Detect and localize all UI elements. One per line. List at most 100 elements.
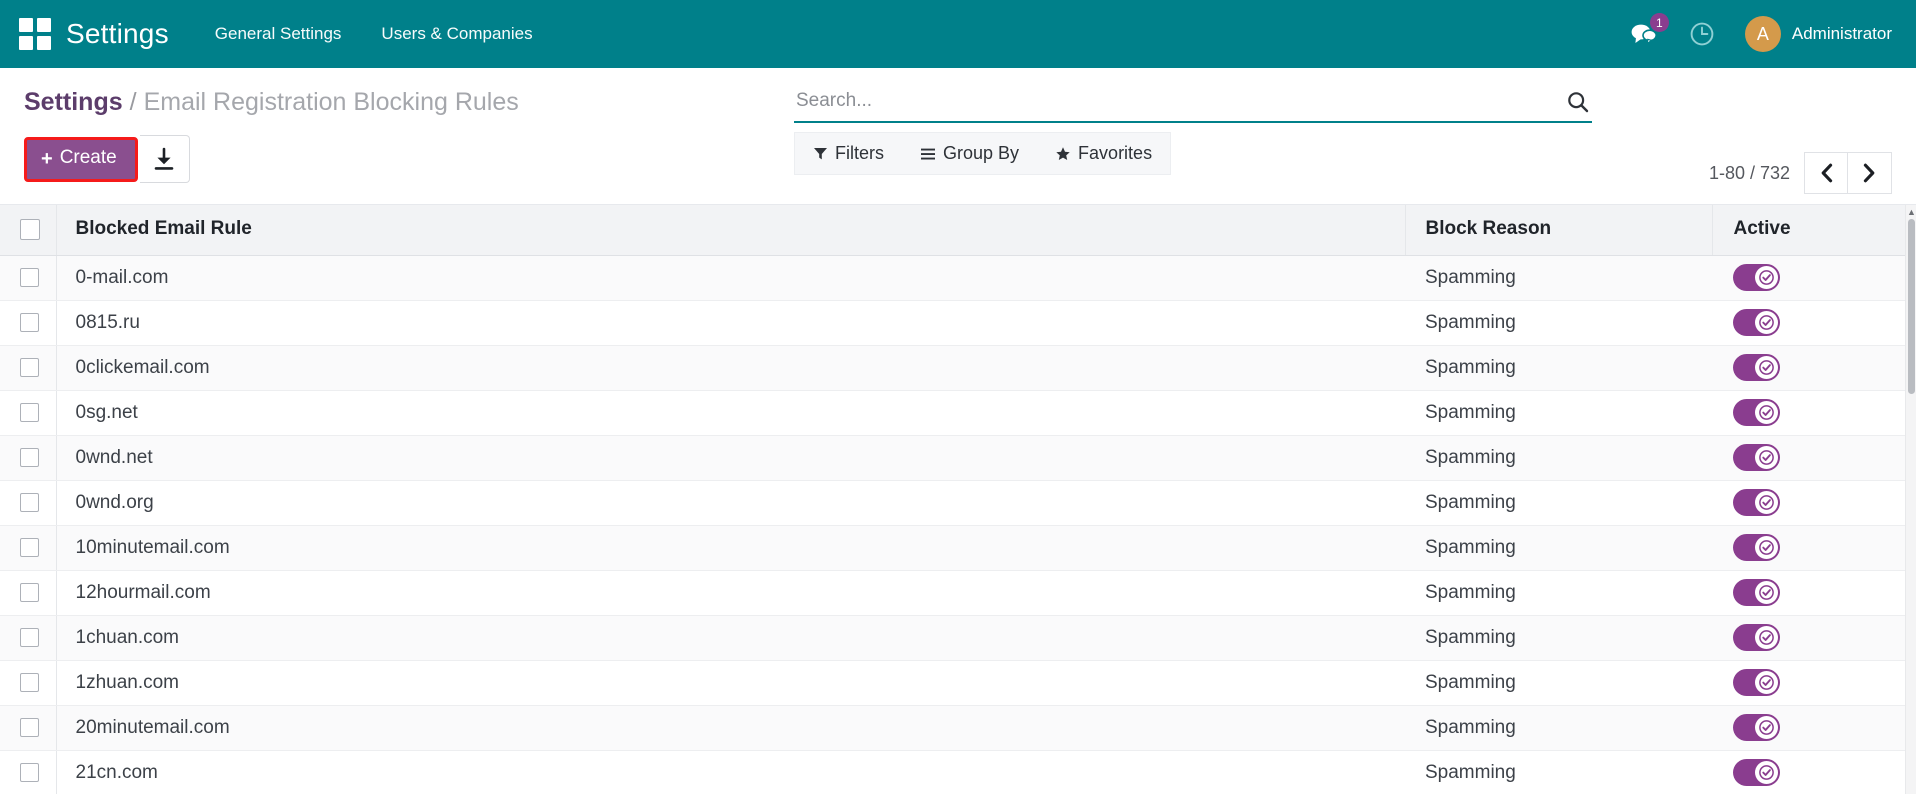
chat-bubble-icon[interactable]: 1 <box>1629 19 1659 49</box>
table-body: 0-mail.comSpamming0815.ruSpamming0clicke… <box>0 255 1916 794</box>
table-row[interactable]: 0clickemail.comSpamming <box>0 345 1916 390</box>
active-toggle[interactable] <box>1733 579 1780 606</box>
select-all-checkbox[interactable] <box>20 219 40 240</box>
table-row[interactable]: 12hourmail.comSpamming <box>0 570 1916 615</box>
cell-blocked-email-rule[interactable]: 0wnd.net <box>56 435 1405 480</box>
cell-block-reason[interactable]: Spamming <box>1405 300 1712 345</box>
active-toggle[interactable] <box>1733 354 1780 381</box>
apps-icon-square <box>37 18 51 32</box>
check-icon <box>1759 450 1774 465</box>
table-row[interactable]: 10minutemail.comSpamming <box>0 525 1916 570</box>
column-header-block-reason[interactable]: Block Reason <box>1405 205 1712 255</box>
active-toggle[interactable] <box>1733 309 1780 336</box>
table-head: Blocked Email Rule Block Reason Active <box>0 205 1916 255</box>
row-select-cell <box>0 390 56 435</box>
row-checkbox[interactable] <box>20 268 39 287</box>
cell-blocked-email-rule[interactable]: 0clickemail.com <box>56 345 1405 390</box>
row-checkbox[interactable] <box>20 538 39 557</box>
group-by-button[interactable]: Group By <box>902 133 1037 174</box>
cell-block-reason[interactable]: Spamming <box>1405 570 1712 615</box>
favorites-button[interactable]: Favorites <box>1037 133 1170 174</box>
table-row[interactable]: 0815.ruSpamming <box>0 300 1916 345</box>
import-download-icon[interactable] <box>140 135 190 183</box>
active-toggle[interactable] <box>1733 399 1780 426</box>
active-toggle[interactable] <box>1733 624 1780 651</box>
cell-active <box>1712 660 1916 705</box>
cell-block-reason[interactable]: Spamming <box>1405 525 1712 570</box>
breadcrumb-current: Email Registration Blocking Rules <box>144 88 519 116</box>
pager-previous-button[interactable] <box>1804 152 1848 194</box>
search-input[interactable] <box>794 84 1556 116</box>
breadcrumb-root[interactable]: Settings <box>24 88 123 116</box>
search-area: Filters Group By Favorites <box>794 80 1592 175</box>
toggle-knob <box>1755 311 1778 334</box>
cell-blocked-email-rule[interactable]: 1chuan.com <box>56 615 1405 660</box>
cell-blocked-email-rule[interactable]: 20minutemail.com <box>56 705 1405 750</box>
cell-blocked-email-rule[interactable]: 0815.ru <box>56 300 1405 345</box>
cell-block-reason[interactable]: Spamming <box>1405 390 1712 435</box>
active-toggle[interactable] <box>1733 489 1780 516</box>
row-checkbox[interactable] <box>20 403 39 422</box>
cell-block-reason[interactable]: Spamming <box>1405 615 1712 660</box>
row-checkbox[interactable] <box>20 358 39 377</box>
table-row[interactable]: 0sg.netSpamming <box>0 390 1916 435</box>
active-toggle[interactable] <box>1733 669 1780 696</box>
row-checkbox[interactable] <box>20 763 39 782</box>
nav-item-general-settings[interactable]: General Settings <box>215 24 342 44</box>
row-checkbox[interactable] <box>20 718 39 737</box>
filters-button[interactable]: Filters <box>795 133 902 174</box>
cell-blocked-email-rule[interactable]: 12hourmail.com <box>56 570 1405 615</box>
column-header-blocked-email-rule[interactable]: Blocked Email Rule <box>56 205 1405 255</box>
clock-icon[interactable] <box>1687 19 1717 49</box>
search-icon[interactable] <box>1556 90 1592 116</box>
table-row[interactable]: 0wnd.netSpamming <box>0 435 1916 480</box>
cell-block-reason[interactable]: Spamming <box>1405 705 1712 750</box>
navbar-right-tools: 1 A Administrator <box>1629 16 1892 52</box>
cell-blocked-email-rule[interactable]: 0wnd.org <box>56 480 1405 525</box>
column-header-active[interactable]: Active <box>1712 205 1916 255</box>
pager-next-button[interactable] <box>1848 152 1892 194</box>
table-row[interactable]: 0wnd.orgSpamming <box>0 480 1916 525</box>
star-icon <box>1055 146 1071 162</box>
table-row[interactable]: 21cn.comSpamming <box>0 750 1916 794</box>
cell-block-reason[interactable]: Spamming <box>1405 750 1712 794</box>
active-toggle[interactable] <box>1733 534 1780 561</box>
cell-active <box>1712 615 1916 660</box>
row-checkbox[interactable] <box>20 448 39 467</box>
row-select-cell <box>0 615 56 660</box>
cell-blocked-email-rule[interactable]: 0sg.net <box>56 390 1405 435</box>
create-button[interactable]: + Create <box>24 137 138 182</box>
row-checkbox[interactable] <box>20 673 39 692</box>
grid-apps-icon[interactable] <box>18 17 52 51</box>
cell-block-reason[interactable]: Spamming <box>1405 255 1712 300</box>
active-toggle[interactable] <box>1733 759 1780 786</box>
cell-blocked-email-rule[interactable]: 10minutemail.com <box>56 525 1405 570</box>
active-toggle[interactable] <box>1733 714 1780 741</box>
table-row[interactable]: 0-mail.comSpamming <box>0 255 1916 300</box>
cell-block-reason[interactable]: Spamming <box>1405 660 1712 705</box>
row-checkbox[interactable] <box>20 583 39 602</box>
user-menu[interactable]: A Administrator <box>1745 16 1892 52</box>
vertical-scrollbar[interactable]: ▲ <box>1905 205 1916 794</box>
cell-block-reason[interactable]: Spamming <box>1405 435 1712 480</box>
active-toggle[interactable] <box>1733 264 1780 291</box>
row-checkbox[interactable] <box>20 313 39 332</box>
app-brand-settings[interactable]: Settings <box>66 18 169 50</box>
table-row[interactable]: 1zhuan.comSpamming <box>0 660 1916 705</box>
cell-blocked-email-rule[interactable]: 0-mail.com <box>56 255 1405 300</box>
pager-count-label[interactable]: 1-80 / 732 <box>1709 163 1790 184</box>
cell-block-reason[interactable]: Spamming <box>1405 480 1712 525</box>
table-row[interactable]: 1chuan.comSpamming <box>0 615 1916 660</box>
breadcrumb-separator: / <box>130 88 137 116</box>
table-row[interactable]: 20minutemail.comSpamming <box>0 705 1916 750</box>
row-checkbox[interactable] <box>20 493 39 512</box>
nav-item-users-companies[interactable]: Users & Companies <box>381 24 532 44</box>
scroll-up-arrow-icon[interactable]: ▲ <box>1907 208 1916 217</box>
cell-blocked-email-rule[interactable]: 21cn.com <box>56 750 1405 794</box>
apps-icon-square <box>37 36 51 50</box>
scrollbar-thumb[interactable] <box>1908 219 1915 394</box>
cell-blocked-email-rule[interactable]: 1zhuan.com <box>56 660 1405 705</box>
active-toggle[interactable] <box>1733 444 1780 471</box>
cell-block-reason[interactable]: Spamming <box>1405 345 1712 390</box>
row-checkbox[interactable] <box>20 628 39 647</box>
